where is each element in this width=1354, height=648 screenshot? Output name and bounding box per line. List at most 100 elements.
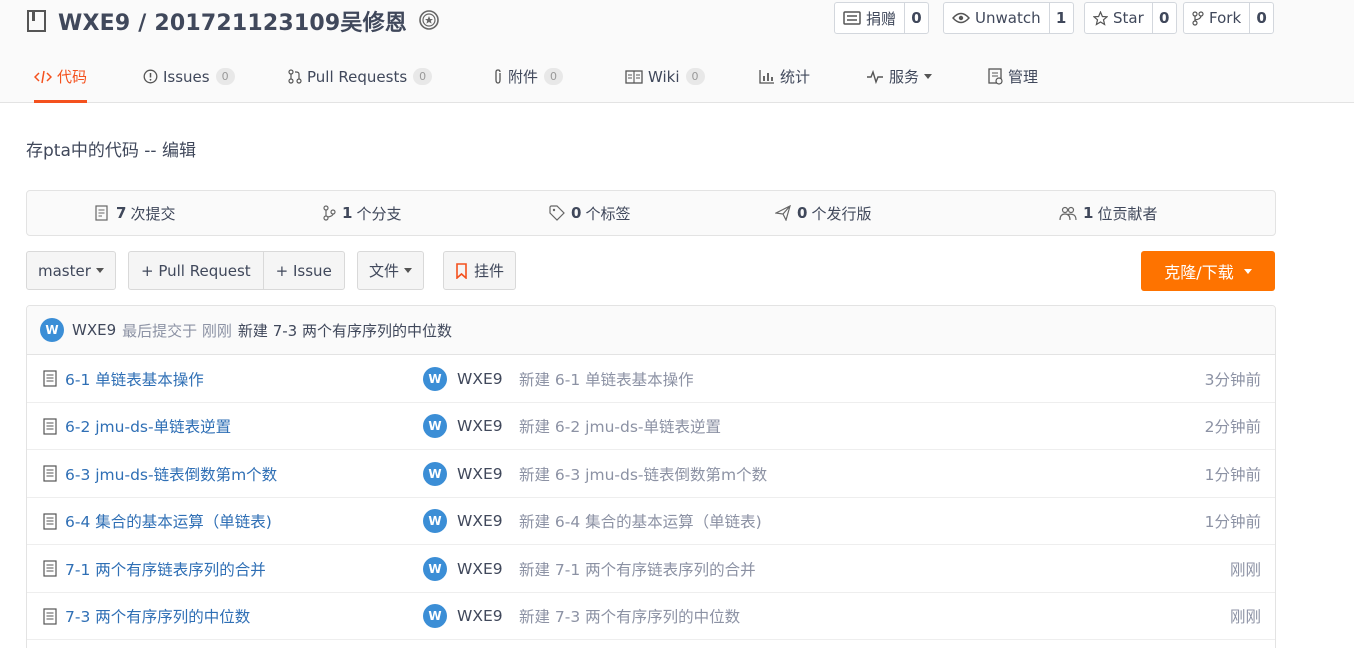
donate-button[interactable]: 捐赠	[835, 3, 904, 33]
tab-stats[interactable]: 统计	[759, 52, 810, 101]
file-link[interactable]: 6-3 jmu-ds-链表倒数第m个数	[43, 450, 277, 497]
description-separator: --	[138, 141, 162, 161]
file-icon	[43, 607, 57, 625]
row-author-name: WXE9	[457, 512, 503, 530]
stat-releases-label: 个发行版	[811, 204, 872, 223]
table-row: 6-2 jmu-ds-单链表逆置 W WXE9 新建 6-2 jmu-ds-单链表逆置…	[27, 403, 1275, 450]
row-commit-message[interactable]: 新建 6-1 单链表基本操作	[519, 355, 694, 402]
star-button[interactable]: Star	[1085, 3, 1152, 33]
tab-pull-requests[interactable]: Pull Requests 0	[288, 52, 433, 101]
bar-chart-icon	[759, 70, 774, 84]
row-commit-message[interactable]: 新建 6-4 集合的基本运算（单链表)	[519, 498, 762, 545]
file-rows: 6-1 单链表基本操作 W WXE9 新建 6-1 单链表基本操作 3分钟前 6-2 jm…	[27, 355, 1275, 640]
row-commit-author[interactable]: W WXE9	[423, 593, 503, 640]
row-commit-author[interactable]: W WXE9	[423, 403, 503, 450]
tab-pull-requests-label: Pull Requests	[307, 67, 408, 86]
watch-group: Unwatch 1	[943, 2, 1074, 34]
bookmark-icon	[456, 262, 467, 279]
widget-button[interactable]: 挂件	[443, 251, 517, 290]
row-commit-message[interactable]: 新建 7-1 两个有序链表序列的合并	[519, 545, 756, 592]
branch-icon	[323, 205, 336, 221]
clone-label: 克隆/下载	[1164, 263, 1234, 282]
file-link[interactable]: 7-1 两个有序链表序列的合并	[43, 545, 266, 592]
row-commit-author[interactable]: W WXE9	[423, 450, 503, 497]
chevron-down-icon	[404, 268, 413, 273]
last-commit-message[interactable]: 新建 7-3 两个有序序列的中位数	[238, 320, 452, 341]
file-icon	[43, 465, 57, 482]
row-commit-author[interactable]: W WXE9	[423, 545, 503, 592]
file-icon	[43, 512, 57, 530]
tab-attachments-label: 附件	[508, 68, 539, 86]
repo-title-bar: WXE9 / 201721123109吴修恩	[26, 4, 441, 38]
file-link[interactable]: 6-1 单链表基本操作	[43, 355, 204, 402]
table-row: 6-3 jmu-ds-链表倒数第m个数 W WXE9 新建 6-3 jmu-ds-链表…	[27, 450, 1275, 498]
new-pull-request-button[interactable]: + Pull Request	[129, 252, 263, 289]
file-name: 6-4 集合的基本运算（单链表)	[65, 513, 272, 531]
tab-stats-label: 统计	[780, 68, 811, 86]
issue-icon	[143, 69, 158, 84]
row-commit-author[interactable]: W WXE9	[423, 498, 503, 545]
last-commit-author[interactable]: WXE9	[72, 321, 116, 339]
tab-services[interactable]: 服务	[866, 52, 933, 101]
file-link[interactable]: 7-3 两个有序序列的中位数	[43, 593, 250, 640]
stat-tags[interactable]: 0 个标签	[549, 191, 630, 235]
tab-code[interactable]: 代码	[34, 52, 88, 103]
tab-manage-label: 管理	[1008, 68, 1039, 86]
stat-commits-count: 7	[116, 204, 127, 222]
clone-download-button[interactable]: 克隆/下载	[1141, 251, 1275, 291]
row-commit-message[interactable]: 新建 6-3 jmu-ds-链表倒数第m个数	[519, 450, 767, 497]
unwatch-button[interactable]: Unwatch	[944, 3, 1049, 33]
branch-select[interactable]: master	[26, 251, 116, 290]
stat-commits[interactable]: 7 次提交	[95, 191, 175, 235]
new-issue-button[interactable]: + Issue	[262, 252, 344, 289]
stat-contributors-count: 1	[1083, 204, 1094, 222]
repo-title[interactable]: WXE9 / 201721123109吴修恩	[58, 5, 407, 37]
tab-attachments-count: 0	[544, 68, 564, 85]
last-commit-meta: 最后提交于 刚刚	[122, 321, 232, 340]
stat-contributors-label: 位贡献者	[1097, 204, 1158, 223]
tab-issues[interactable]: Issues 0	[143, 52, 235, 101]
recommended-badge-icon	[419, 10, 439, 30]
stat-branches-label: 个分支	[356, 204, 402, 223]
tab-wiki[interactable]: Wiki 0	[625, 52, 705, 101]
row-author-name: WXE9	[457, 607, 503, 625]
star-icon	[1093, 10, 1108, 26]
stat-tags-count: 0	[571, 204, 582, 222]
row-author-name: WXE9	[457, 417, 503, 435]
widget-label: 挂件	[474, 262, 505, 280]
files-dropdown[interactable]: 文件	[357, 251, 425, 290]
row-commit-message[interactable]: 新建 6-2 jmu-ds-单链表逆置	[519, 403, 721, 450]
file-name: 7-3 两个有序序列的中位数	[65, 608, 251, 626]
repo-header: WXE9 / 201721123109吴修恩 捐赠 0 Unwatch 1 St…	[0, 0, 1354, 103]
file-link[interactable]: 6-4 集合的基本运算（单链表)	[43, 498, 272, 545]
star-group: Star 0	[1084, 2, 1177, 34]
table-row: 6-4 集合的基本运算（单链表) W WXE9 新建 6-4 集合的基本运算（单链表)…	[27, 498, 1275, 545]
stat-releases[interactable]: 0 个发行版	[775, 191, 871, 235]
row-commit-message[interactable]: 新建 7-3 两个有序序列的中位数	[519, 593, 740, 640]
star-count[interactable]: 0	[1151, 3, 1176, 33]
tab-manage[interactable]: 管理	[988, 52, 1038, 101]
donate-count[interactable]: 0	[904, 3, 928, 33]
fork-group: Fork 0	[1183, 2, 1275, 34]
watch-count[interactable]: 1	[1048, 3, 1073, 33]
pulse-icon	[867, 69, 883, 84]
repo-book-icon	[27, 10, 46, 32]
repo-stats-bar: 7 次提交 1 个分支 0 个标签 0 个发行版 1 位贡献者	[26, 190, 1276, 236]
file-link[interactable]: 6-2 jmu-ds-单链表逆置	[43, 403, 231, 450]
file-icon	[43, 370, 57, 387]
row-commit-author[interactable]: W WXE9	[423, 355, 503, 402]
fork-count[interactable]: 0	[1249, 3, 1273, 33]
row-author-name: WXE9	[457, 464, 503, 483]
stat-branches[interactable]: 1 个分支	[323, 191, 401, 235]
last-commit-bar: W WXE9 最后提交于 刚刚 新建 7-3 两个有序序列的中位数	[27, 306, 1275, 355]
edit-description-link[interactable]: 编辑	[162, 141, 196, 161]
stat-contributors[interactable]: 1 位贡献者	[1059, 191, 1157, 235]
chevron-down-icon	[924, 74, 933, 79]
avatar[interactable]: W	[40, 318, 64, 342]
repo-description: 存pta中的代码 -- 编辑	[26, 136, 196, 161]
file-name: 6-2 jmu-ds-单链表逆置	[65, 418, 232, 436]
tab-attachments[interactable]: 附件 0	[493, 52, 564, 101]
fork-button[interactable]: Fork	[1184, 3, 1249, 33]
avatar: W	[423, 414, 447, 438]
table-row: 6-1 单链表基本操作 W WXE9 新建 6-1 单链表基本操作 3分钟前	[27, 355, 1275, 403]
